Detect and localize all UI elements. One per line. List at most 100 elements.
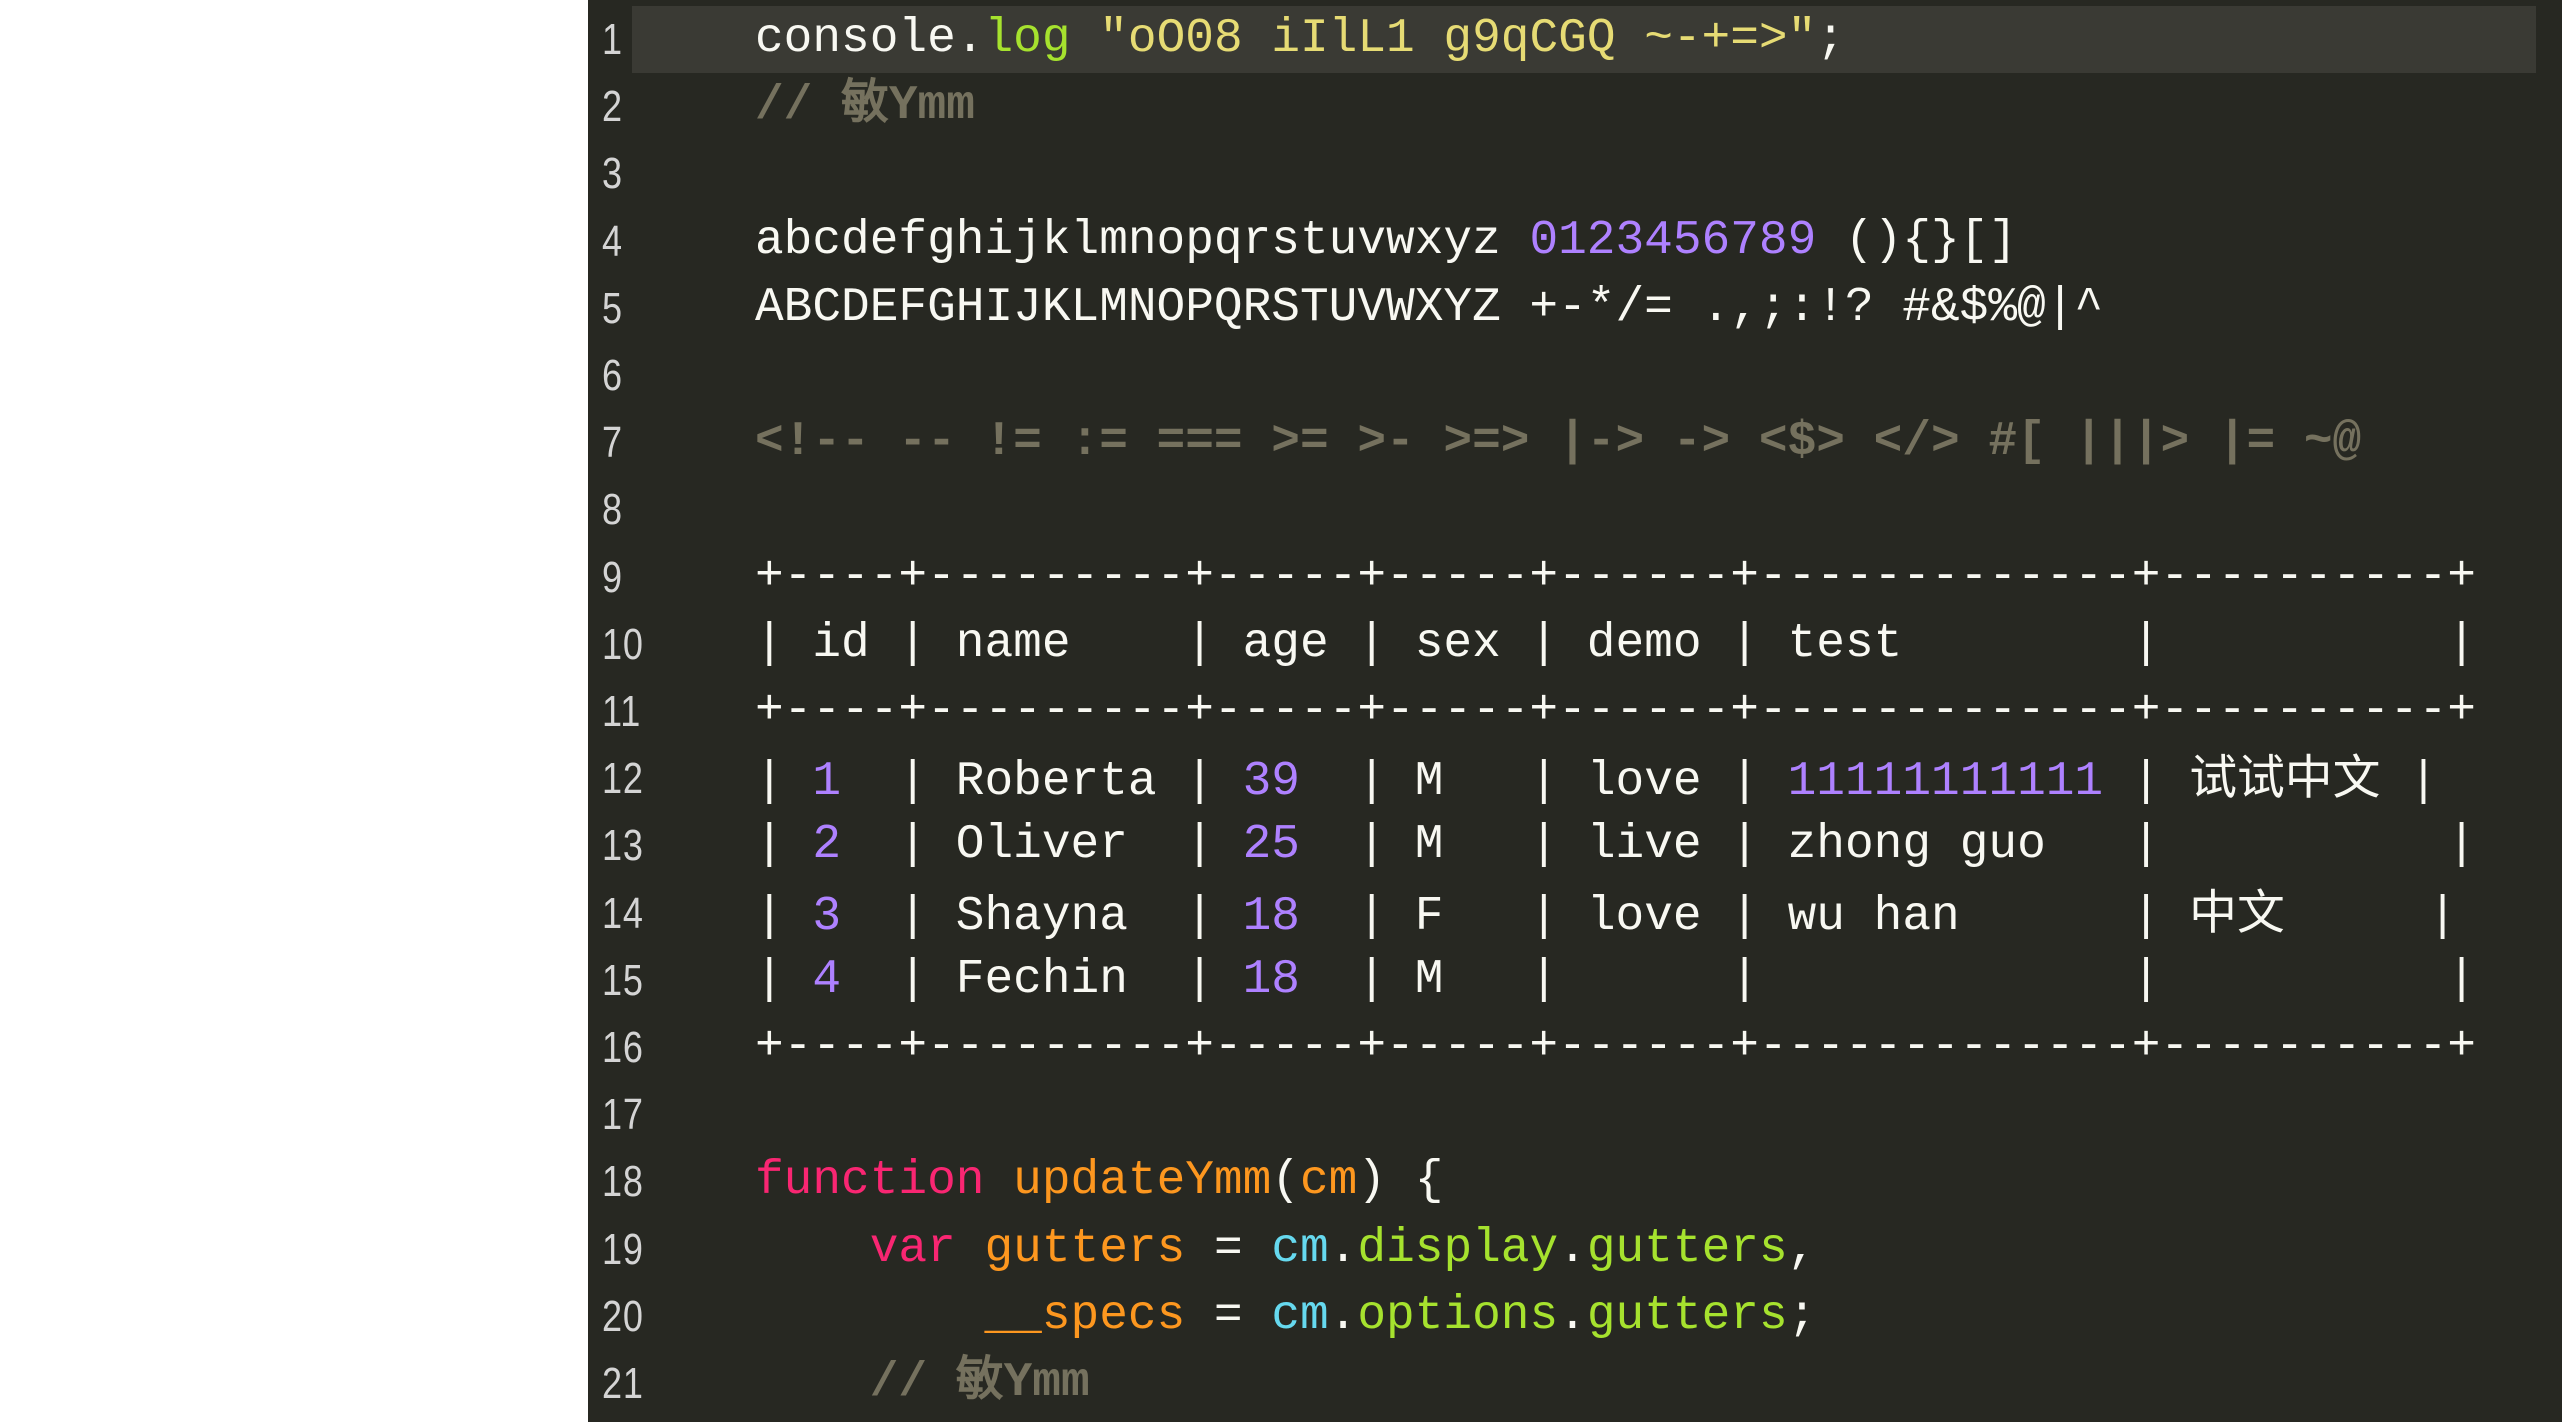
line-number: 21 [602,1359,644,1408]
code-text: | id | name | age | sex | demo | test | … [755,611,2476,678]
line-number: 8 [602,485,623,535]
code-line[interactable]: 8 [588,476,2562,543]
code-text: __specs = cm.options.gutters; [755,1283,1816,1350]
token-plain: ; [1787,1288,1817,1343]
code-line[interactable]: 17 [588,1081,2562,1148]
line-number: 14 [602,888,644,938]
code-line[interactable]: 18 function updateYmm(cm) { [588,1148,2562,1215]
token-cjk: 中文 [2189,885,2285,941]
token-def: updateYmm [1013,1154,1272,1209]
token-def: cm [1300,1154,1358,1209]
token-plain: | id | name | age | sex | demo | test | … [755,616,2476,671]
code-line[interactable]: 5 ABCDEFGHIJKLMNOPQRSTUVWXYZ +-*/= .,;:!?… [588,275,2562,342]
code-line[interactable]: 1 console.log "oO08 iIlL1 g9qCGQ ~-+=>"; [588,6,2562,73]
code-text: | 2 | Oliver | 25 | M | live | zhong guo… [755,812,2476,879]
token-num: 25 [1242,818,1300,873]
token-comment: <!-- -- != := === >= >- >=> |-> -> <$> <… [755,415,2362,470]
token-num: 2 [812,818,842,873]
code-text: // 敏Ymm [755,73,975,140]
token-plain: | Fechin | [841,952,1243,1007]
line-number: 18 [602,1157,644,1207]
token-plain: ABCDEFGHIJKLMNOPQRSTUVWXYZ +-*/= .,;:!? … [755,280,2104,335]
token-plain: | [2103,755,2190,810]
token-def: gutters [984,1221,1186,1276]
line-number: 11 [602,687,642,736]
token-comment: // 敏Ymm [869,1356,1090,1410]
code-line[interactable]: 21 // 敏Ymm [588,1350,2562,1417]
token-num: 3 [812,889,842,944]
line-number: 15 [602,955,644,1005]
code-line[interactable]: 4 abcdefghijklmnopqrstuvwxyz 0123456789 (… [588,208,2562,275]
line-number: 13 [602,821,644,871]
token-kw: function [755,1154,985,1209]
line-number: 5 [602,283,623,333]
token-plain: | [755,818,813,873]
token-plain: ; [1816,12,1845,66]
token-num: 18 [1242,952,1300,1007]
token-num: 39 [1242,755,1300,810]
code-line[interactable]: 11 +----+---------+-----+-----+------+---… [588,678,2562,745]
code-line[interactable]: 7 <!-- -- != := === >= >- >=> |-> -> <$> … [588,409,2562,476]
line-number: 9 [602,552,623,602]
line-number: 17 [602,1090,644,1140]
code-line[interactable]: 9 +----+---------+-----+-----+------+----… [588,544,2562,611]
token-plain: | Roberta | [841,755,1243,810]
line-number: 2 [602,82,623,132]
code-line[interactable]: 10 | id | name | age | sex | demo | test … [588,611,2562,678]
line-number: 19 [602,1224,644,1274]
code-line[interactable]: 19 var gutters = cm.display.gutters, [588,1216,2562,1283]
code-line[interactable]: 2 // 敏Ymm [588,73,2562,140]
code-editor[interactable]: 1 console.log "oO08 iIlL1 g9qCGQ ~-+=>"; 2… [588,0,2562,1422]
token-plain: . [1558,1221,1587,1276]
code-text: abcdefghijklmnopqrstuvwxyz 0123456789 ()… [755,208,2017,275]
code-text: ABCDEFGHIJKLMNOPQRSTUVWXYZ +-*/= .,;:!? … [755,275,2103,342]
code-text: | 1 | Roberta | 39 | M | love | 11111111… [755,745,2438,812]
code-line[interactable]: 12 | 1 | Roberta | 39 | M | love | 111111… [588,745,2562,812]
token-plain: | M | love | [1300,755,1788,810]
token-prop: gutters [1586,1288,1788,1343]
token-prop: gutters [1586,1221,1788,1276]
line-number: 7 [602,418,623,468]
token-plain: , [1787,1221,1817,1276]
token-plain: | [755,889,813,944]
line-number: 3 [602,149,623,199]
token-plain: +----+---------+-----+-----+------+-----… [755,549,2476,604]
line-number: 16 [602,1023,644,1072]
code-text: | 4 | Fechin | 18 | M | | | | [755,947,2476,1014]
token-plain: . [1328,1221,1358,1276]
token-plain: +----+---------+-----+-----+------+-----… [755,684,2476,738]
token-plain: +----+---------+-----+-----+------+-----… [755,1020,2476,1074]
token-plain: abcdefghijklmnopqrstuvwxyz [755,213,1530,268]
token-plain: | [755,755,813,810]
token-plain: = [1185,1221,1272,1276]
token-plain: | M | | | | [1300,952,2476,1007]
code-text: <!-- -- != := === >= >- >=> |-> -> <$> <… [755,409,2361,476]
token-plain: | M | live | zhong guo | | [1300,818,2476,873]
code-line[interactable]: 3 [588,140,2562,207]
token-plain: = [1185,1288,1272,1343]
token-plain: . [1558,1288,1587,1343]
token-def: __specs [984,1288,1186,1343]
token-plain: | Shayna | [841,889,1243,944]
token-plain: | F | love | wu han | [1300,889,2190,944]
token-var: cm [1271,1221,1329,1276]
token-kw: var [869,1221,956,1276]
code-text: +----+---------+-----+-----+------+-----… [755,678,2476,745]
code-line[interactable]: 14 | 3 | Shayna | 18 | F | love | wu han … [588,880,2562,947]
line-number: 4 [602,216,623,266]
code-line[interactable]: 13 | 2 | Oliver | 25 | M | live | zhong g… [588,812,2562,879]
code-line[interactable]: 6 [588,342,2562,409]
code-line[interactable]: 16 +----+---------+-----+-----+------+---… [588,1014,2562,1081]
token-plain: console. [755,12,985,66]
token-prop: options [1357,1288,1559,1343]
token-prop: display [1357,1221,1559,1276]
token-num: 0123456789 [1529,213,1817,268]
code-line[interactable]: 20 __specs = cm.options.gutters; [588,1283,2562,1350]
token-plain: | Oliver | [841,818,1243,873]
code-line[interactable]: 15 | 4 | Fechin | 18 | M | | | | [588,947,2562,1014]
token-num: 1 [812,755,842,810]
code-text: function updateYmm(cm) { [755,1148,1443,1215]
